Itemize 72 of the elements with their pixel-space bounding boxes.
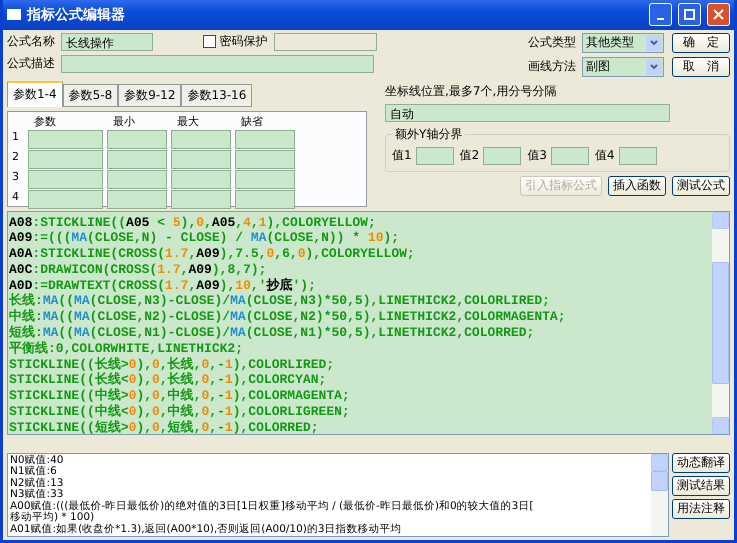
password-checkbox[interactable] (202, 35, 216, 48)
row-number: 3 (12, 170, 20, 184)
checkbox-label: 密码保护 (220, 33, 268, 50)
param-field[interactable] (28, 150, 103, 168)
formula-type-dropdown[interactable]: 其他类型 (582, 32, 664, 52)
param-field[interactable] (171, 150, 231, 168)
window-title: 指标公式编辑器 (27, 6, 126, 24)
maximize-icon (684, 9, 695, 20)
minimize-button[interactable] (649, 3, 672, 26)
param-field[interactable] (235, 190, 295, 208)
column-header: 参数 (33, 114, 57, 128)
field-label: 值1 (392, 147, 412, 164)
value-field[interactable] (483, 146, 522, 164)
field-label: 值2 (460, 147, 480, 164)
column-header: 最大 (176, 114, 200, 128)
axis-lines-label: 坐标线位置,最多7个,用分号分隔 (385, 82, 558, 100)
param-field[interactable] (171, 130, 231, 148)
param-field[interactable] (107, 190, 167, 208)
field-label: 值4 (594, 147, 615, 164)
axis-lines-field[interactable]: 自动 (385, 104, 670, 122)
tab[interactable]: 参数1-4 (7, 80, 63, 106)
param-field[interactable] (171, 190, 231, 208)
param-field[interactable] (171, 170, 231, 188)
field-label: 画线方法 (528, 58, 576, 75)
column-header: 缺省 (240, 114, 264, 128)
param-field[interactable] (28, 190, 103, 208)
group-title: 额外Y轴分界 (394, 126, 464, 142)
param-field[interactable] (28, 130, 103, 148)
close-button[interactable] (707, 3, 730, 26)
dropdown-arrow-button[interactable] (646, 34, 662, 50)
password-field[interactable] (274, 32, 377, 50)
side-button[interactable]: 用法注释 (672, 498, 730, 518)
param-field[interactable] (107, 170, 167, 188)
column-header: 最小 (112, 114, 136, 128)
row-number: 1 (12, 130, 20, 144)
output-text: N0赋值:40 N1赋值:6 N2赋值:13 N3赋值:33 A00赋值:(((最低价-昨日最低价)的绝对值的3日[1日权重]移动平均 / (最低价-昨日最低价)和0的较大值的3日[ 移动平均) * 100) A01赋值:如果(收盘价*1.3),返回(A00*10),否则返回(A00/10)的3日指数移动平均 (9, 454, 534, 536)
minimize-icon (657, 18, 664, 20)
window-icon (7, 9, 21, 20)
field-label: 公式名称 (7, 33, 55, 50)
row-number: 2 (12, 150, 20, 164)
formula-name-field[interactable]: 长线操作 (61, 32, 153, 50)
field-label: 公式类型 (528, 34, 576, 51)
value-field[interactable] (550, 146, 589, 164)
draw-method-dropdown[interactable]: 副图 (582, 56, 664, 76)
param-field[interactable] (107, 130, 167, 148)
field-label: 公式描述 (7, 55, 55, 72)
tool-button[interactable]: 插入函数 (608, 176, 666, 196)
close-icon (713, 9, 724, 20)
param-field[interactable] (107, 150, 167, 168)
maximize-button[interactable] (678, 3, 701, 26)
formula-description-field[interactable] (61, 54, 374, 72)
caret-icon (650, 40, 658, 46)
side-button[interactable]: 动态翻译 (672, 452, 730, 472)
tab[interactable]: 参数13-16 (181, 84, 252, 106)
param-field[interactable] (235, 170, 295, 188)
dialog-button[interactable]: 取 消 (672, 56, 730, 76)
tab[interactable]: 参数9-12 (118, 84, 182, 106)
field-label: 值3 (527, 147, 547, 164)
caret-icon (650, 64, 658, 70)
tool-button[interactable]: 测试公式 (672, 176, 730, 196)
scrollbar[interactable] (651, 454, 668, 536)
side-button[interactable]: 测试结果 (672, 476, 730, 496)
scrollbar[interactable] (712, 212, 729, 434)
param-field[interactable] (28, 170, 103, 188)
value-field[interactable] (416, 146, 454, 164)
param-field[interactable] (235, 150, 295, 168)
tab[interactable]: 参数5-8 (62, 84, 118, 106)
value-field[interactable] (618, 146, 657, 164)
dropdown-arrow-button[interactable] (646, 58, 662, 74)
row-number: 4 (12, 190, 20, 204)
dialog-button[interactable]: 确 定 (672, 32, 730, 52)
param-field[interactable] (235, 130, 295, 148)
